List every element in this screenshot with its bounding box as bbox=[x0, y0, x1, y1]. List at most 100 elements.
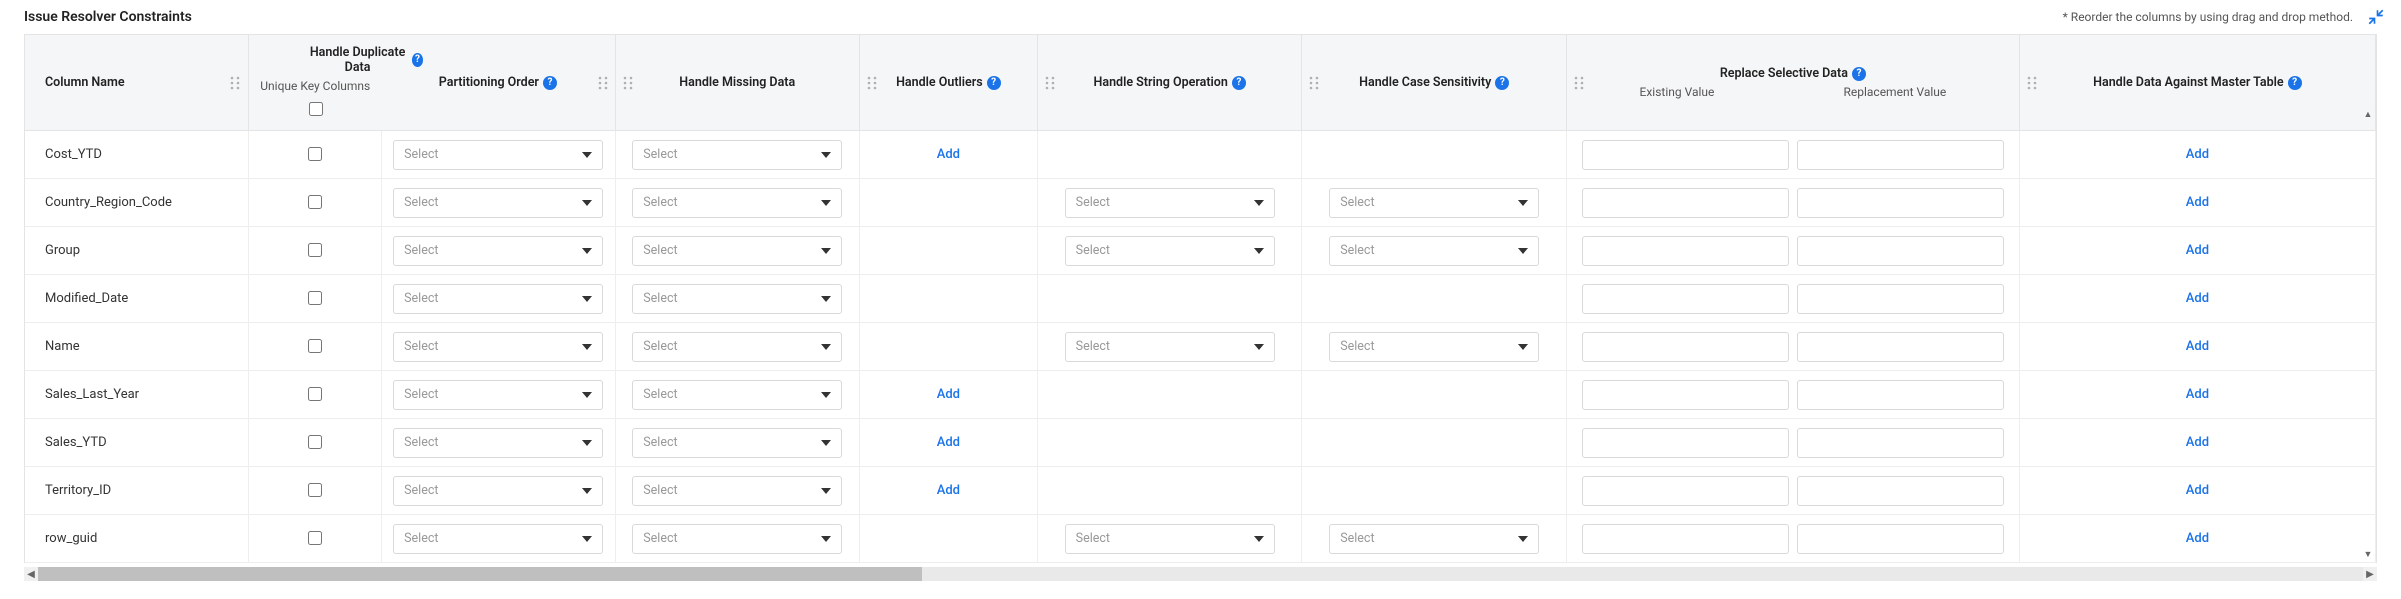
missing-select[interactable]: Select bbox=[632, 284, 842, 314]
row-name: Sales_Last_Year bbox=[25, 371, 249, 419]
replacement-value-input[interactable] bbox=[1797, 428, 2004, 458]
existing-value-input[interactable] bbox=[1582, 332, 1789, 362]
replacement-value-input[interactable] bbox=[1797, 380, 2004, 410]
partition-select[interactable]: Select bbox=[393, 524, 603, 554]
string-op-select[interactable]: Select bbox=[1065, 188, 1275, 218]
partition-select[interactable]: Select bbox=[393, 284, 603, 314]
add-master-link[interactable]: Add bbox=[2186, 147, 2209, 162]
drag-handle-icon[interactable] bbox=[597, 76, 609, 90]
help-icon[interactable]: ? bbox=[2288, 76, 2302, 90]
drag-handle-icon[interactable] bbox=[1573, 76, 1585, 90]
th-replace-existing-label: Existing Value bbox=[1640, 85, 1715, 99]
vertical-scrollbar[interactable]: ▲ ▼ bbox=[2362, 109, 2374, 561]
add-master-link[interactable]: Add bbox=[2186, 339, 2209, 354]
case-sens-select[interactable]: Select bbox=[1329, 524, 1539, 554]
scroll-up-icon[interactable]: ▲ bbox=[2364, 109, 2373, 121]
existing-value-input[interactable] bbox=[1582, 380, 1789, 410]
case-sens-select[interactable]: Select bbox=[1329, 332, 1539, 362]
existing-value-input[interactable] bbox=[1582, 236, 1789, 266]
replacement-value-input[interactable] bbox=[1797, 524, 2004, 554]
chevron-down-icon bbox=[1254, 200, 1264, 206]
string-op-select[interactable]: Select bbox=[1065, 236, 1275, 266]
unique-key-checkbox[interactable] bbox=[308, 147, 322, 161]
existing-value-input[interactable] bbox=[1582, 476, 1789, 506]
scroll-thumb[interactable] bbox=[38, 567, 922, 581]
table-row: Name Select Select Select Select Add bbox=[25, 323, 2376, 371]
partition-select[interactable]: Select bbox=[393, 428, 603, 458]
add-outlier-link[interactable]: Add bbox=[937, 387, 960, 402]
add-master-link[interactable]: Add bbox=[2186, 531, 2209, 546]
missing-select[interactable]: Select bbox=[632, 524, 842, 554]
drag-handle-icon[interactable] bbox=[622, 76, 634, 90]
missing-select[interactable]: Select bbox=[632, 140, 842, 170]
replacement-value-input[interactable] bbox=[1797, 284, 2004, 314]
drag-handle-icon[interactable] bbox=[1044, 76, 1056, 90]
string-op-select[interactable]: Select bbox=[1065, 524, 1275, 554]
missing-select[interactable]: Select bbox=[632, 332, 842, 362]
unique-key-checkbox[interactable] bbox=[308, 483, 322, 497]
add-master-link[interactable]: Add bbox=[2186, 483, 2209, 498]
existing-value-input[interactable] bbox=[1582, 140, 1789, 170]
scroll-right-icon[interactable]: ▶ bbox=[2363, 569, 2377, 580]
add-master-link[interactable]: Add bbox=[2186, 435, 2209, 450]
add-master-link[interactable]: Add bbox=[2186, 387, 2209, 402]
collapse-icon[interactable] bbox=[2367, 8, 2385, 26]
partition-select[interactable]: Select bbox=[393, 236, 603, 266]
drag-handle-icon[interactable] bbox=[1308, 76, 1320, 90]
missing-select[interactable]: Select bbox=[632, 380, 842, 410]
help-icon[interactable]: ? bbox=[987, 76, 1001, 90]
select-placeholder: Select bbox=[643, 483, 677, 498]
drag-handle-icon[interactable] bbox=[866, 76, 878, 90]
help-icon[interactable]: ? bbox=[1852, 67, 1866, 81]
replacement-value-input[interactable] bbox=[1797, 236, 2004, 266]
help-icon[interactable]: ? bbox=[1495, 76, 1509, 90]
chevron-down-icon bbox=[582, 200, 592, 206]
add-master-link[interactable]: Add bbox=[2186, 243, 2209, 258]
add-master-link[interactable]: Add bbox=[2186, 195, 2209, 210]
help-icon[interactable]: ? bbox=[1232, 76, 1246, 90]
unique-key-checkbox[interactable] bbox=[308, 387, 322, 401]
unique-key-checkbox[interactable] bbox=[308, 435, 322, 449]
help-icon[interactable]: ? bbox=[543, 76, 557, 90]
existing-value-input[interactable] bbox=[1582, 428, 1789, 458]
select-placeholder: Select bbox=[404, 339, 438, 354]
replacement-value-input[interactable] bbox=[1797, 476, 2004, 506]
existing-value-input[interactable] bbox=[1582, 284, 1789, 314]
unique-key-checkbox[interactable] bbox=[308, 339, 322, 353]
missing-select[interactable]: Select bbox=[632, 428, 842, 458]
horizontal-scrollbar[interactable]: ◀ ▶ bbox=[24, 567, 2377, 581]
missing-select[interactable]: Select bbox=[632, 476, 842, 506]
scroll-left-icon[interactable]: ◀ bbox=[24, 569, 38, 580]
existing-value-input[interactable] bbox=[1582, 524, 1789, 554]
add-outlier-link[interactable]: Add bbox=[937, 483, 960, 498]
scroll-track[interactable] bbox=[38, 567, 2363, 581]
missing-select[interactable]: Select bbox=[632, 188, 842, 218]
replacement-value-input[interactable] bbox=[1797, 140, 2004, 170]
scroll-down-icon[interactable]: ▼ bbox=[2364, 549, 2373, 561]
unique-key-checkbox[interactable] bbox=[308, 291, 322, 305]
case-sens-select[interactable]: Select bbox=[1329, 188, 1539, 218]
add-master-link[interactable]: Add bbox=[2186, 291, 2209, 306]
unique-key-all-checkbox[interactable] bbox=[309, 102, 323, 116]
unique-key-checkbox[interactable] bbox=[308, 195, 322, 209]
existing-value-input[interactable] bbox=[1582, 188, 1789, 218]
table-row: Sales_Last_Year Select Select Add Add bbox=[25, 371, 2376, 419]
add-outlier-link[interactable]: Add bbox=[937, 147, 960, 162]
drag-handle-icon[interactable] bbox=[230, 76, 242, 90]
drag-handle-icon[interactable] bbox=[2026, 76, 2038, 90]
case-sens-select[interactable]: Select bbox=[1329, 236, 1539, 266]
table-row: Country_Region_Code Select Select Select… bbox=[25, 179, 2376, 227]
replacement-value-input[interactable] bbox=[1797, 332, 2004, 362]
missing-select[interactable]: Select bbox=[632, 236, 842, 266]
partition-select[interactable]: Select bbox=[393, 332, 603, 362]
replacement-value-input[interactable] bbox=[1797, 188, 2004, 218]
add-outlier-link[interactable]: Add bbox=[937, 435, 960, 450]
partition-select[interactable]: Select bbox=[393, 476, 603, 506]
unique-key-checkbox[interactable] bbox=[308, 531, 322, 545]
unique-key-checkbox[interactable] bbox=[308, 243, 322, 257]
partition-select[interactable]: Select bbox=[393, 140, 603, 170]
partition-select[interactable]: Select bbox=[393, 188, 603, 218]
string-op-select[interactable]: Select bbox=[1065, 332, 1275, 362]
chevron-down-icon bbox=[821, 536, 831, 542]
partition-select[interactable]: Select bbox=[393, 380, 603, 410]
